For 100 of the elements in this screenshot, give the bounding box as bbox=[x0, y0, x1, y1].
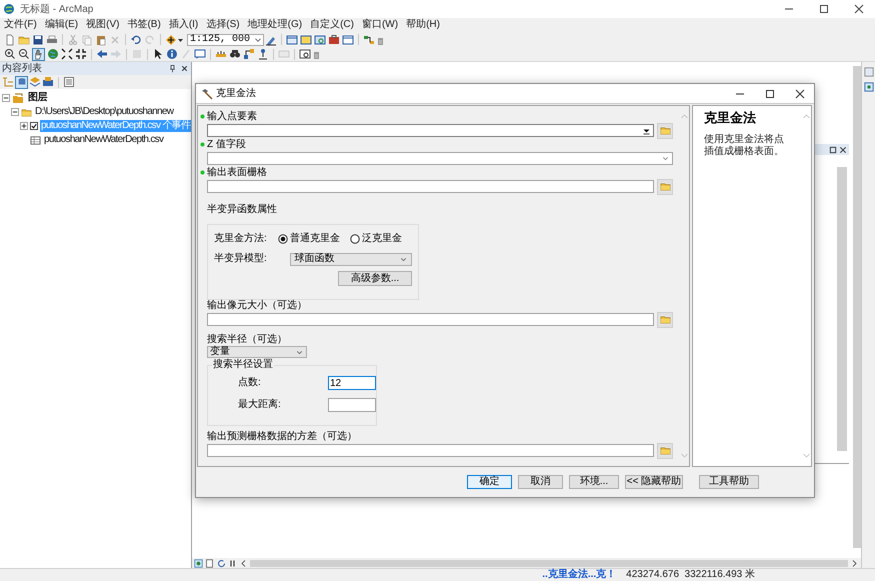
route-icon[interactable] bbox=[243, 48, 255, 60]
progress-text: ..克里金法...克！ bbox=[542, 570, 616, 580]
browse-button[interactable] bbox=[657, 178, 673, 194]
close-icon[interactable] bbox=[794, 88, 806, 100]
dialog-button[interactable]: 环境... bbox=[569, 475, 619, 489]
scroll-left-icon[interactable] bbox=[239, 558, 248, 568]
back-arrow-icon[interactable] bbox=[96, 48, 108, 60]
radio-button[interactable] bbox=[278, 234, 288, 244]
toolbox-icon[interactable] bbox=[328, 34, 340, 46]
find-icon[interactable] bbox=[229, 48, 241, 60]
docked-search-icon[interactable] bbox=[864, 81, 874, 93]
table-window-icon[interactable] bbox=[286, 34, 298, 46]
scroll-right-icon[interactable] bbox=[850, 558, 859, 568]
undo-icon[interactable] bbox=[130, 34, 142, 46]
paste-icon[interactable] bbox=[95, 34, 107, 46]
model-builder-icon[interactable] bbox=[363, 34, 375, 46]
maximize-icon[interactable] bbox=[818, 3, 830, 15]
close-icon[interactable] bbox=[853, 3, 865, 15]
menu-item[interactable]: 视图(V) bbox=[86, 20, 120, 30]
print-icon[interactable] bbox=[46, 34, 58, 46]
catalog-window-icon[interactable] bbox=[300, 34, 312, 46]
dropdown-field[interactable] bbox=[207, 152, 673, 165]
vertical-scrollbar[interactable] bbox=[853, 66, 861, 548]
save-icon[interactable] bbox=[32, 34, 44, 46]
pause-icon[interactable] bbox=[228, 558, 237, 568]
close-icon[interactable] bbox=[839, 146, 847, 154]
list-by-visibility-icon[interactable] bbox=[29, 76, 41, 88]
add-data-icon[interactable] bbox=[165, 34, 177, 46]
radio-option[interactable]: 普通克里金 bbox=[278, 234, 340, 244]
create-viewer-icon[interactable] bbox=[299, 48, 311, 60]
data-view-icon[interactable] bbox=[194, 558, 203, 568]
browse-button[interactable] bbox=[657, 442, 673, 458]
globe-icon[interactable] bbox=[47, 48, 59, 60]
full-extent-icon[interactable] bbox=[61, 48, 73, 60]
input-field[interactable]: 12 bbox=[328, 376, 376, 390]
restore-icon[interactable] bbox=[829, 146, 837, 154]
input-field[interactable] bbox=[328, 398, 376, 412]
browse-button[interactable] bbox=[657, 122, 673, 138]
close-icon[interactable] bbox=[180, 64, 189, 73]
dropdown-field[interactable]: 变量 bbox=[207, 346, 307, 358]
pan-tool-button[interactable] bbox=[32, 48, 45, 60]
zoom-out-icon[interactable] bbox=[18, 48, 30, 60]
browse-button[interactable] bbox=[657, 312, 673, 328]
horizontal-scrollbar[interactable] bbox=[250, 560, 848, 566]
advanced-parameters-button[interactable]: 高级参数... bbox=[338, 271, 412, 286]
menu-item[interactable]: 书签(B) bbox=[127, 20, 161, 30]
field-label: 输入点要素 bbox=[207, 112, 257, 122]
collapse-icon[interactable] bbox=[2, 94, 10, 102]
layer-item[interactable]: D:\Users\JB\Desktop\putuoshannew bbox=[34, 106, 174, 118]
collapse-icon[interactable] bbox=[11, 108, 19, 116]
group-label: 半变异函数属性 bbox=[207, 204, 277, 215]
dropdown-field[interactable]: 球面函数 bbox=[290, 252, 412, 266]
menu-item[interactable]: 自定义(C) bbox=[310, 20, 354, 30]
input-field[interactable] bbox=[207, 444, 654, 457]
folder-icon bbox=[660, 125, 670, 136]
layer-item[interactable]: putuoshanNewWaterDepth.csv bbox=[43, 134, 164, 146]
refresh-icon[interactable] bbox=[217, 558, 226, 568]
select-arrow-icon[interactable] bbox=[152, 48, 164, 60]
menu-item[interactable]: 插入(I) bbox=[168, 20, 198, 30]
menu-item[interactable]: 编辑(E) bbox=[44, 20, 78, 30]
field-label: 点数: bbox=[237, 378, 262, 388]
dialog-button[interactable]: 工具帮助 bbox=[699, 475, 759, 489]
table-icon bbox=[30, 134, 41, 146]
dialog-button[interactable]: 确定 bbox=[467, 475, 512, 489]
combo-field[interactable] bbox=[207, 124, 654, 137]
input-field[interactable] bbox=[207, 180, 654, 193]
checkbox[interactable] bbox=[30, 122, 38, 130]
html-popup-icon[interactable] bbox=[194, 48, 206, 60]
input-field[interactable] bbox=[207, 313, 654, 326]
options-icon[interactable] bbox=[63, 76, 75, 88]
list-by-drawing-order-icon[interactable] bbox=[2, 76, 14, 88]
coordinates-text: 423274.676 3322116.493 米 bbox=[626, 570, 755, 580]
pin-icon[interactable] bbox=[168, 64, 177, 73]
radio-option[interactable]: 泛克里金 bbox=[350, 234, 402, 244]
layer-item[interactable]: 图层 bbox=[27, 92, 48, 104]
go-to-xy-icon[interactable] bbox=[257, 48, 269, 60]
measure-icon[interactable] bbox=[215, 48, 227, 60]
search-window-icon[interactable] bbox=[314, 34, 326, 46]
python-window-icon[interactable] bbox=[342, 34, 354, 46]
layout-view-icon[interactable] bbox=[205, 558, 214, 568]
menu-item[interactable]: 选择(S) bbox=[206, 20, 240, 30]
docked-catalog-icon[interactable] bbox=[864, 66, 874, 78]
folder-icon bbox=[660, 445, 670, 456]
radio-button[interactable] bbox=[350, 234, 360, 244]
dialog-button[interactable]: 取消 bbox=[518, 475, 563, 489]
list-by-selection-icon[interactable] bbox=[42, 76, 54, 88]
expand-icon[interactable] bbox=[20, 122, 28, 130]
vertical-scrollbar[interactable] bbox=[837, 167, 847, 451]
fixed-zoom-icon[interactable] bbox=[75, 48, 87, 60]
scale-combobox[interactable]: 1:125, 000 bbox=[187, 34, 264, 46]
database-icon bbox=[16, 77, 26, 87]
list-by-source-button[interactable] bbox=[15, 76, 28, 88]
menu-item[interactable]: 地理处理(G) bbox=[248, 20, 302, 30]
menu-item[interactable]: 帮助(H) bbox=[406, 20, 440, 30]
menu-item[interactable]: 窗口(W) bbox=[362, 20, 398, 30]
maximize-icon[interactable] bbox=[764, 88, 776, 100]
zoom-in-icon[interactable] bbox=[4, 48, 16, 60]
dialog-button[interactable]: << 隐藏帮助 bbox=[625, 475, 683, 489]
menu-item[interactable]: 文件(F) bbox=[4, 20, 37, 30]
identify-icon[interactable] bbox=[166, 48, 178, 60]
